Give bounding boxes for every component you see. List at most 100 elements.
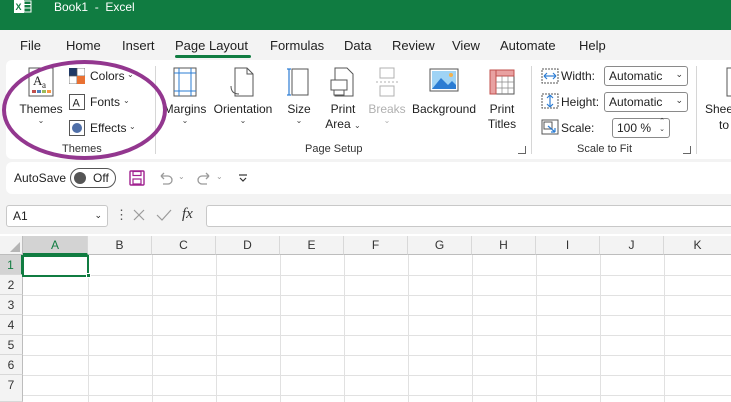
width-select[interactable]: Automatic ⌄ [604,66,688,86]
tab-home[interactable]: Home [66,38,101,53]
effects-label: Effects [90,121,127,135]
tab-formulas[interactable]: Formulas [270,38,324,53]
column-header-k[interactable]: K [664,236,731,255]
print-titles-button[interactable]: Print Titles [482,66,522,136]
effects-button[interactable]: Effects ⌄ [69,120,141,138]
column-header-h[interactable]: H [472,236,536,255]
grid-line [216,255,217,402]
column-header-c[interactable]: C [152,236,216,255]
active-cell-a1[interactable] [22,255,89,277]
cancel-entry-icon[interactable] [132,208,146,222]
column-header-g[interactable]: G [408,236,472,255]
orientation-label: Orientation [213,102,273,116]
tab-help[interactable]: Help [579,38,606,53]
height-select[interactable]: Automatic ⌄ [604,92,688,112]
grid-line [280,255,281,402]
tab-insert[interactable]: Insert [122,38,155,53]
row-header-2[interactable]: 2 [0,275,23,295]
fonts-icon: A [69,94,85,110]
scale-icon [541,119,559,135]
margins-button[interactable]: Margins ⌄ [160,66,210,136]
grid-line [23,295,731,296]
chevron-down-icon: ⌄ [37,116,45,125]
scale-spinner[interactable]: 100 % ⌃ ⌄ [612,118,670,138]
select-all-triangle-icon [10,242,20,252]
scale-value: 100 % [617,121,652,135]
column-header-b[interactable]: B [88,236,152,255]
row-header-1[interactable]: 1 [0,255,23,275]
undo-icon[interactable] [157,170,175,186]
chevron-down-icon: ⌄ [181,116,189,125]
row-header-4[interactable]: 4 [0,315,23,335]
select-all-corner[interactable] [0,236,23,255]
name-box[interactable]: A1 ⌄ [6,205,108,227]
grid-line [472,255,473,402]
autosave-label: AutoSave [14,171,67,185]
breaks-label: Breaks [368,102,406,116]
colors-label: Colors [90,69,125,83]
print-area-label: Print Area ⌄ [321,102,365,133]
tab-view[interactable]: View [452,38,480,53]
sheet-options-icon [726,67,731,97]
fonts-label: Fonts [90,95,121,109]
height-icon [541,93,559,109]
column-header-d[interactable]: D [216,236,280,255]
tab-file[interactable]: File [20,38,41,53]
tab-automate[interactable]: Automate [500,38,556,53]
grid-line [23,375,731,376]
worksheet-grid[interactable] [0,234,731,402]
themes-button[interactable]: A a Themes ⌄ [18,66,64,136]
row-header-5[interactable]: 5 [0,335,23,355]
size-button[interactable]: Size ⌄ [280,66,318,136]
margins-label: Margins [163,102,207,116]
formula-input[interactable] [206,205,731,227]
more-options-icon[interactable]: ⋮ [115,207,128,223]
customize-qat-icon[interactable] [237,172,249,184]
redo-icon[interactable] [195,170,213,186]
width-label: Width: [561,69,596,83]
print-area-label-line1: Print [330,102,356,116]
fill-handle[interactable] [86,273,91,278]
height-label: Height: [561,95,600,109]
tab-review[interactable]: Review [392,38,435,53]
breaks-button[interactable]: Breaks ⌄ [366,66,408,136]
tab-page-layout[interactable]: Page Layout [175,38,248,53]
group-divider [696,66,697,154]
margins-icon [173,67,197,97]
sheet-options-label-line2: to [719,118,730,132]
column-header-j[interactable]: J [600,236,664,255]
page-setup-dialog-launcher-icon[interactable] [518,146,526,154]
grid-line [536,255,537,402]
undo-dropdown-icon[interactable]: ⌄ [178,172,185,181]
confirm-entry-icon[interactable] [156,208,172,222]
tab-data[interactable]: Data [344,38,371,53]
save-icon[interactable] [129,170,145,186]
column-header-a[interactable]: A [23,236,88,255]
row-header-7[interactable]: 7 [0,375,23,402]
column-header-i[interactable]: I [536,236,600,255]
size-label: Size [287,102,311,116]
column-header-e[interactable]: E [280,236,344,255]
column-header-f[interactable]: F [344,236,408,255]
fonts-button[interactable]: A Fonts ⌄ [69,94,139,112]
grid-line [23,315,731,316]
toggle-knob [74,172,86,184]
scale-to-fit-dialog-launcher-icon[interactable] [683,146,691,154]
group-divider [531,66,532,154]
row-header-6[interactable]: 6 [0,355,23,375]
group-label-page-setup: Page Setup [305,143,363,155]
colors-button[interactable]: Colors ⌄ [69,68,139,86]
row-header-3[interactable]: 3 [0,295,23,315]
print-area-button[interactable]: Print Area ⌄ [321,66,365,136]
redo-dropdown-icon[interactable]: ⌄ [216,172,223,181]
spinner-arrows-icon[interactable]: ⌃ ⌄ [659,118,665,134]
insert-function-icon[interactable]: fx [182,206,193,223]
grid-line [23,335,731,336]
orientation-button[interactable]: Orientation ⌄ [211,66,275,136]
print-titles-icon [489,69,515,95]
scale-label: Scale: [561,121,595,135]
autosave-toggle[interactable]: Off [70,168,116,188]
background-button[interactable]: Background [410,66,478,136]
sheet-options-button[interactable]: Sheet to [703,66,731,136]
colors-icon [69,68,85,84]
